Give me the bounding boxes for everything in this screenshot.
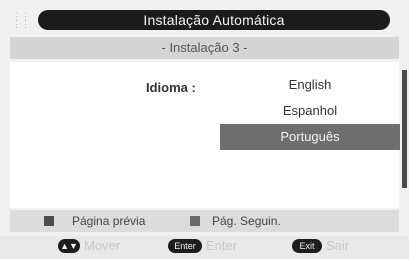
next-page-button[interactable]: Pág. Seguin.: [212, 214, 281, 228]
red-key-icon: [44, 216, 54, 226]
language-label: Idioma :: [146, 80, 196, 95]
step-subtitle: - Instalação 3 -: [10, 37, 399, 59]
language-option-english[interactable]: English: [220, 72, 400, 98]
enter-key-icon: Enter: [168, 239, 202, 253]
exit-hint: Sair: [326, 238, 350, 253]
language-list: English Espanhol Português: [220, 72, 400, 150]
grip-icon: ⋮⋮ ⋮⋮: [12, 11, 30, 29]
move-key-icon: ▲▼: [58, 239, 80, 253]
key-hints-bar: ▲▼ Mover Enter Enter Exit Sair: [0, 236, 409, 259]
scrollbar[interactable]: [402, 70, 407, 188]
prev-page-button[interactable]: Página prévia: [72, 214, 145, 228]
green-key-icon: [190, 216, 200, 226]
language-option-portugues[interactable]: Português: [220, 124, 400, 150]
language-option-espanhol[interactable]: Espanhol: [220, 98, 400, 124]
page-nav-bar: Página prévia Pág. Seguin.: [10, 210, 399, 232]
move-hint: Mover: [84, 238, 121, 253]
exit-key-icon: Exit: [292, 239, 322, 253]
enter-hint: Enter: [206, 238, 238, 253]
page-title: Instalação Automática: [38, 10, 390, 30]
